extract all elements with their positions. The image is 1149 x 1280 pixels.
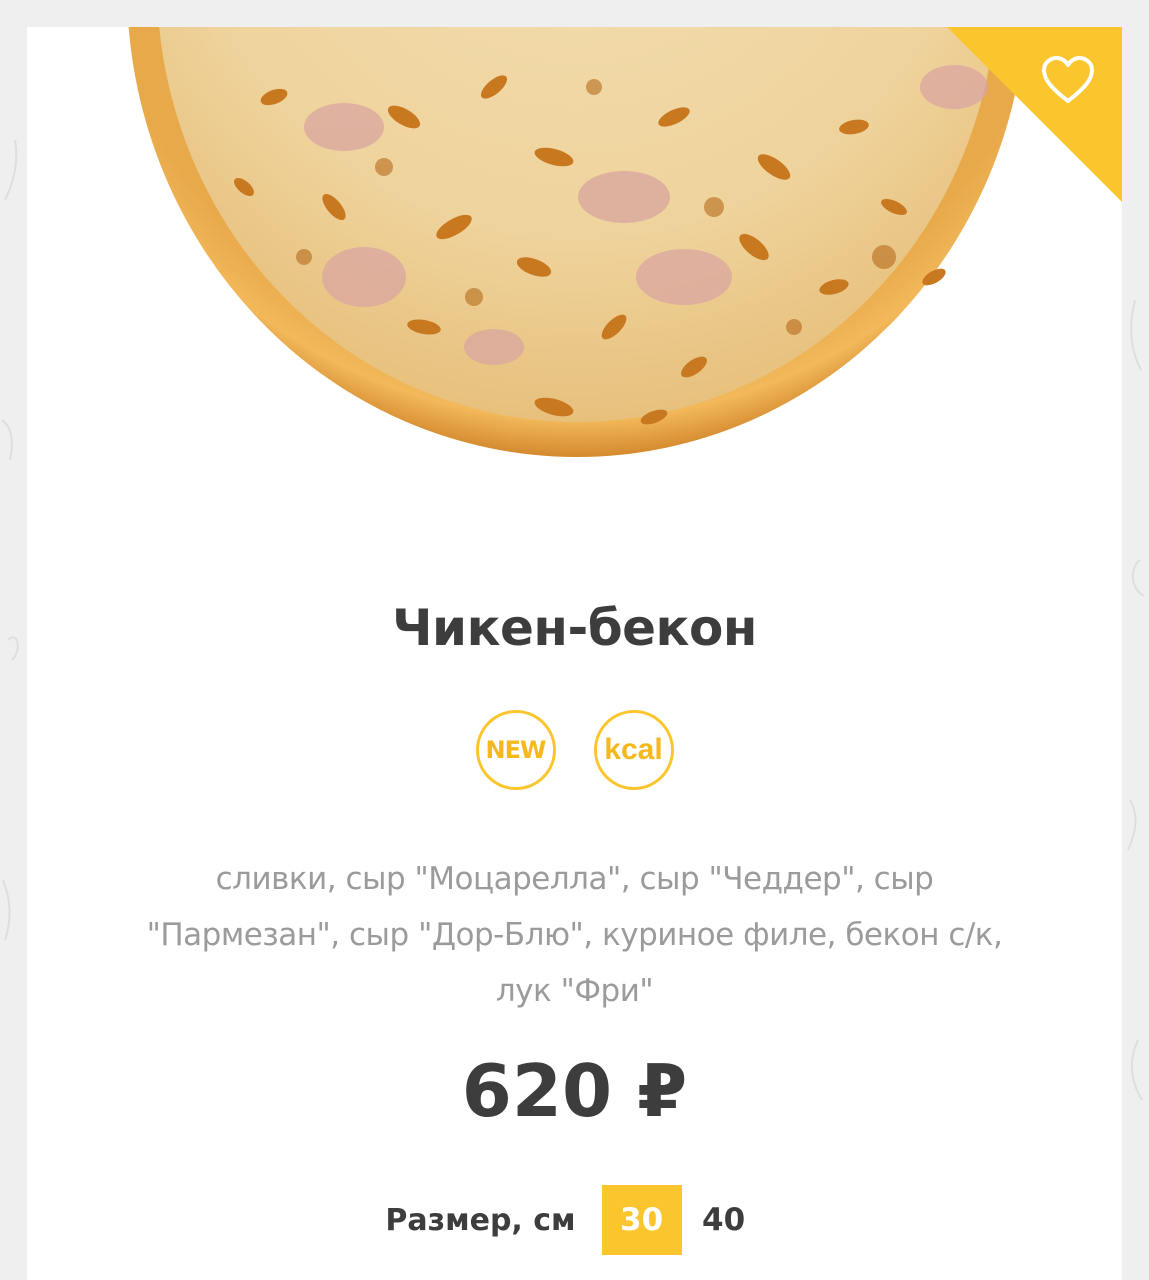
- product-ingredients: сливки, сыр "Моцарелла", сыр "Чеддер", с…: [146, 861, 1003, 1009]
- kcal-button[interactable]: kcal: [593, 710, 674, 790]
- size-selector: Размер, см 30 40: [27, 1185, 1122, 1255]
- favorite-corner[interactable]: [947, 27, 1122, 202]
- pizza-image: [74, 27, 1080, 507]
- heart-icon[interactable]: [1040, 53, 1096, 109]
- new-badge: NEW: [475, 710, 556, 790]
- product-card: Чикен-бекон NEW kcal сливки, сыр "Моцаре…: [27, 27, 1122, 1280]
- size-option-30[interactable]: 30: [601, 1185, 682, 1255]
- product-title: Чикен-бекон: [392, 599, 757, 657]
- size-option-40[interactable]: 40: [684, 1185, 764, 1255]
- product-badges: NEW kcal: [27, 710, 1122, 790]
- size-label: Размер, см: [385, 1202, 576, 1238]
- product-price: 620 ₽: [461, 1049, 688, 1133]
